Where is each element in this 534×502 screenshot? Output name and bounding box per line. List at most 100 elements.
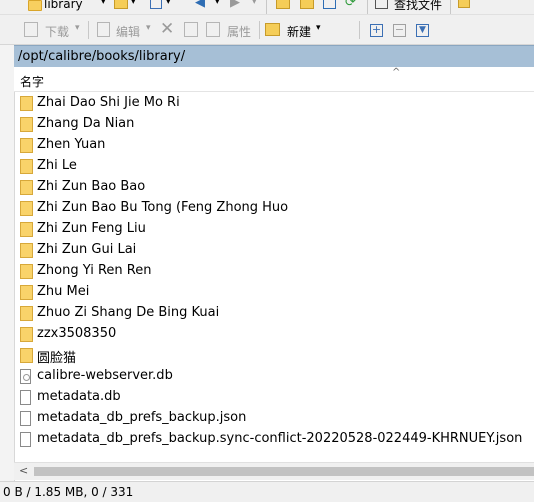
- item-name: Zhi Zun Gui Lai: [37, 242, 137, 257]
- filter-icon[interactable]: [150, 0, 162, 9]
- select-minus-icon[interactable]: −: [393, 24, 406, 37]
- item-name: Zhong Yi Ren Ren: [37, 263, 152, 278]
- list-item[interactable]: Zhi Zun Bao Bao: [14, 177, 534, 198]
- location-dropdown-icon[interactable]: ▾: [101, 0, 106, 7]
- folder-icon: [20, 243, 33, 258]
- file-icon: [20, 411, 31, 426]
- delete-icon: ✕: [160, 19, 175, 39]
- back-arrow-icon[interactable]: ◀: [195, 0, 205, 10]
- scrollbar-thumb[interactable]: [34, 467, 534, 476]
- edit-button: 编辑: [116, 25, 141, 39]
- list-item[interactable]: Zhi Zun Feng Liu: [14, 219, 534, 240]
- filter-dropdown-icon[interactable]: ▾: [166, 0, 171, 7]
- list-item[interactable]: 圆脸猫: [14, 345, 534, 366]
- toolbar-separator: [450, 0, 451, 14]
- list-item[interactable]: calibre-webserver.db: [14, 366, 534, 387]
- list-item[interactable]: Zhi Le: [14, 156, 534, 177]
- file-icon: [20, 390, 31, 405]
- current-path: /opt/calibre/books/library/: [18, 49, 186, 64]
- path-bar[interactable]: /opt/calibre/books/library/: [14, 45, 534, 67]
- toolbar-separator: [88, 21, 89, 39]
- folder-icon: [20, 117, 33, 132]
- database-file-icon: [20, 369, 31, 384]
- list-item[interactable]: Zhang Da Nian: [14, 114, 534, 135]
- toolbar-separator: [359, 21, 360, 39]
- tree-view-icon[interactable]: [458, 0, 470, 8]
- folder-icon: [20, 201, 33, 216]
- select-plus-icon[interactable]: +: [370, 24, 383, 37]
- sort-indicator-icon: ^: [392, 67, 401, 78]
- forward-dropdown-icon: ▾: [252, 0, 257, 7]
- list-item[interactable]: metadata.db: [14, 387, 534, 408]
- list-item[interactable]: metadata_db_prefs_backup.sync-conflict-2…: [14, 429, 534, 450]
- folder-icon: [20, 306, 33, 321]
- parent-folder-icon[interactable]: [276, 0, 290, 9]
- list-item[interactable]: Zhi Zun Gui Lai: [14, 240, 534, 261]
- refresh-icon[interactable]: ⟳: [345, 0, 356, 10]
- item-name: Zhi Le: [37, 158, 77, 173]
- folder-icon: [20, 96, 33, 111]
- open-dropdown-icon[interactable]: ▾: [131, 0, 136, 7]
- list-item[interactable]: metadata_db_prefs_backup.json: [14, 408, 534, 429]
- list-item[interactable]: Zhuo Zi Shang De Bing Kuai: [14, 303, 534, 324]
- new-dropdown-icon[interactable]: ▾: [316, 23, 321, 33]
- item-name: Zhai Dao Shi Jie Mo Ri: [37, 95, 180, 110]
- home-icon[interactable]: [323, 0, 336, 9]
- item-name: metadata_db_prefs_backup.json: [37, 410, 247, 425]
- list-item[interactable]: Zhai Dao Shi Jie Mo Ri: [14, 93, 534, 114]
- item-name: zzx3508350: [37, 326, 117, 341]
- list-item[interactable]: zzx3508350: [14, 324, 534, 345]
- folder-icon: [28, 0, 42, 11]
- left-pane-edge: [0, 45, 15, 481]
- top-toolbar: library ▾ ▾ ▾ ◀ ▾ ▶ ▾ ⟳ 查找文件: [0, 0, 534, 15]
- folder-icon: [20, 138, 33, 153]
- folder-icon: [20, 222, 33, 237]
- find-files-label[interactable]: 查找文件: [394, 0, 442, 13]
- file-list: Zhai Dao Shi Jie Mo Ri Zhang Da Nian Zhe…: [14, 93, 534, 450]
- item-name: Zhuo Zi Shang De Bing Kuai: [37, 305, 220, 320]
- list-item[interactable]: Zhu Mei: [14, 282, 534, 303]
- list-item[interactable]: Zhong Yi Ren Ren: [14, 261, 534, 282]
- properties-icon: [206, 22, 222, 38]
- new-button[interactable]: 新建: [287, 23, 311, 40]
- properties-button: 属性: [227, 25, 252, 39]
- item-name: Zhu Mei: [37, 284, 90, 299]
- item-name: Zhi Zun Bao Bao: [37, 179, 146, 194]
- root-folder-icon[interactable]: [300, 0, 314, 9]
- new-folder-icon[interactable]: [265, 23, 280, 36]
- column-header-name[interactable]: 名字: [20, 73, 44, 90]
- scroll-left-icon[interactable]: <: [19, 464, 28, 477]
- edit-dropdown-icon: ▾: [146, 23, 151, 33]
- folder-icon: [20, 285, 33, 300]
- find-files-icon[interactable]: [375, 0, 388, 9]
- folder-icon: [20, 327, 33, 342]
- item-name: metadata.db: [37, 389, 121, 404]
- download-button: 下载: [45, 25, 70, 39]
- forward-arrow-icon: ▶: [230, 0, 240, 10]
- open-folder-icon[interactable]: [114, 0, 128, 9]
- back-dropdown-icon[interactable]: ▾: [215, 0, 220, 7]
- invert-selection-icon[interactable]: ▼: [416, 24, 429, 37]
- list-item[interactable]: Zhi Zun Bao Bu Tong (Feng Zhong Huo: [14, 198, 534, 219]
- toolbar-separator: [367, 0, 368, 14]
- edit-icon: [97, 22, 110, 37]
- item-name: calibre-webserver.db: [37, 368, 173, 383]
- list-header: 名字 ^: [14, 67, 534, 92]
- item-name: metadata_db_prefs_backup.sync-conflict-2…: [37, 431, 523, 446]
- download-icon: [24, 22, 38, 37]
- item-name: Zhi Zun Feng Liu: [37, 221, 146, 236]
- horizontal-scrollbar[interactable]: <: [14, 462, 534, 480]
- location-label[interactable]: library: [44, 0, 83, 11]
- download-dropdown-icon: ▾: [75, 23, 80, 33]
- list-item[interactable]: Zhen Yuan: [14, 135, 534, 156]
- copy-icon: [184, 22, 198, 37]
- item-name: 圆脸猫: [37, 351, 77, 366]
- toolbar-separator: [266, 0, 267, 14]
- file-icon: [20, 432, 31, 447]
- folder-icon: [20, 180, 33, 195]
- item-name: Zhen Yuan: [37, 137, 106, 152]
- folder-icon: [20, 159, 33, 174]
- folder-icon: [20, 348, 33, 363]
- item-name: Zhi Zun Bao Bu Tong (Feng Zhong Huo: [37, 200, 289, 215]
- status-text: 0 B / 1.85 MB, 0 / 331: [3, 485, 134, 499]
